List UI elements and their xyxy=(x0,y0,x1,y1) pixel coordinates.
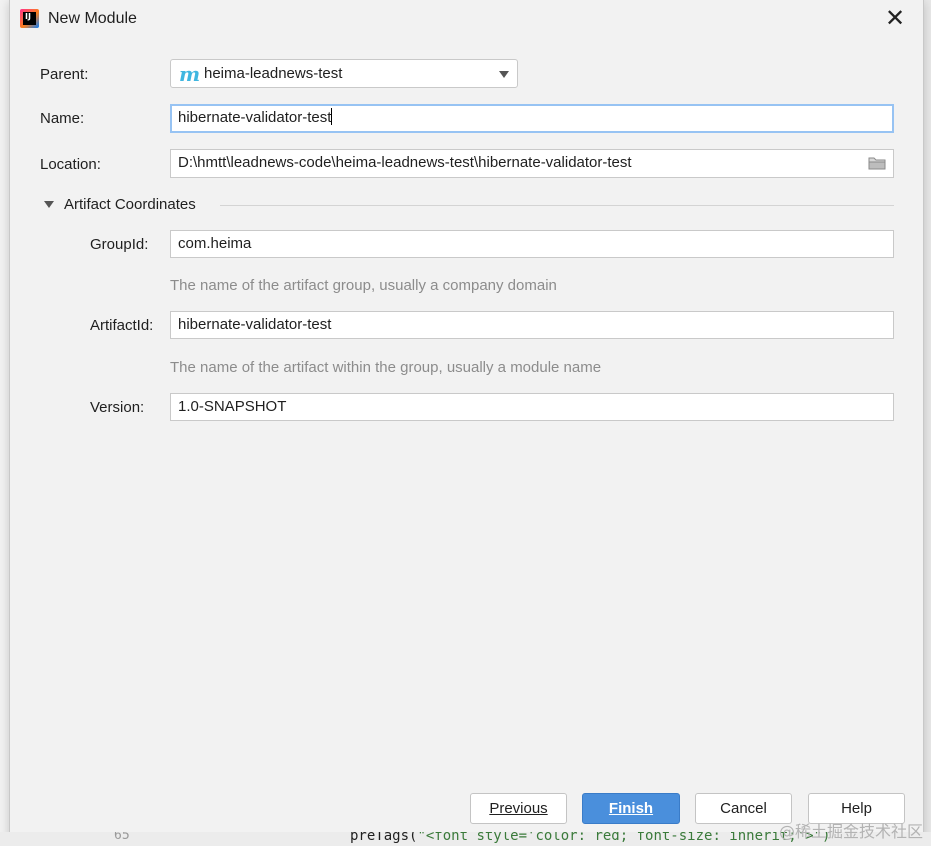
dialog-titlebar: IJ New Module ✕ xyxy=(10,0,923,38)
version-input[interactable]: 1.0-SNAPSHOT xyxy=(170,393,894,421)
maven-module-icon: m xyxy=(179,62,201,86)
name-input-value: hibernate-validator-test xyxy=(178,109,332,126)
browse-folder-icon[interactable] xyxy=(868,156,886,170)
name-label: Name: xyxy=(40,110,85,127)
parent-label: Parent: xyxy=(40,66,89,83)
chevron-down-icon[interactable] xyxy=(499,71,509,78)
finish-button-label: Finish xyxy=(608,800,654,817)
groupid-label: GroupId: xyxy=(90,236,149,253)
artifactid-label: ArtifactId: xyxy=(90,317,154,334)
location-label: Location: xyxy=(40,156,101,173)
location-input[interactable]: D:\hmtt\leadnews-code\heima-leadnews-tes… xyxy=(170,149,894,178)
previous-button-label: Previous xyxy=(489,800,548,817)
intellij-idea-icon: IJ xyxy=(20,9,39,28)
code-line: preTags("<font style='color: red; font-s… xyxy=(350,832,830,844)
code-prefix: preTags( xyxy=(350,832,418,844)
parent-dropdown-value: heima-leadnews-test xyxy=(204,65,343,82)
line-number: 65 xyxy=(114,832,130,843)
version-label: Version: xyxy=(90,399,145,416)
previous-button[interactable]: Previous xyxy=(470,793,567,824)
close-icon[interactable]: ✕ xyxy=(881,6,909,32)
artifactid-hint: The name of the artifact within the grou… xyxy=(170,359,602,376)
finish-button[interactable]: Finish xyxy=(582,793,680,824)
watermark: @稀土掘金技术社区 xyxy=(778,822,923,841)
groupid-input[interactable]: com.heima xyxy=(170,230,894,258)
cancel-button[interactable]: Cancel xyxy=(695,793,792,824)
name-input[interactable]: hibernate-validator-test xyxy=(170,104,894,133)
text-caret xyxy=(331,108,333,125)
code-string: "<font style='color: red; font-size: inh… xyxy=(417,832,831,844)
dialog-title: New Module xyxy=(48,10,137,27)
collapse-triangle-icon[interactable] xyxy=(44,201,54,208)
artifact-coordinates-title[interactable]: Artifact Coordinates xyxy=(64,196,196,213)
parent-dropdown[interactable]: m heima-leadnews-test xyxy=(170,59,518,88)
new-module-dialog: IJ New Module ✕ Parent: m heima-leadnews… xyxy=(9,0,924,839)
groupid-hint: The name of the artifact group, usually … xyxy=(170,277,557,294)
artifactid-input[interactable]: hibernate-validator-test xyxy=(170,311,894,339)
location-input-value: D:\hmtt\leadnews-code\heima-leadnews-tes… xyxy=(178,154,632,171)
section-divider xyxy=(220,205,894,206)
